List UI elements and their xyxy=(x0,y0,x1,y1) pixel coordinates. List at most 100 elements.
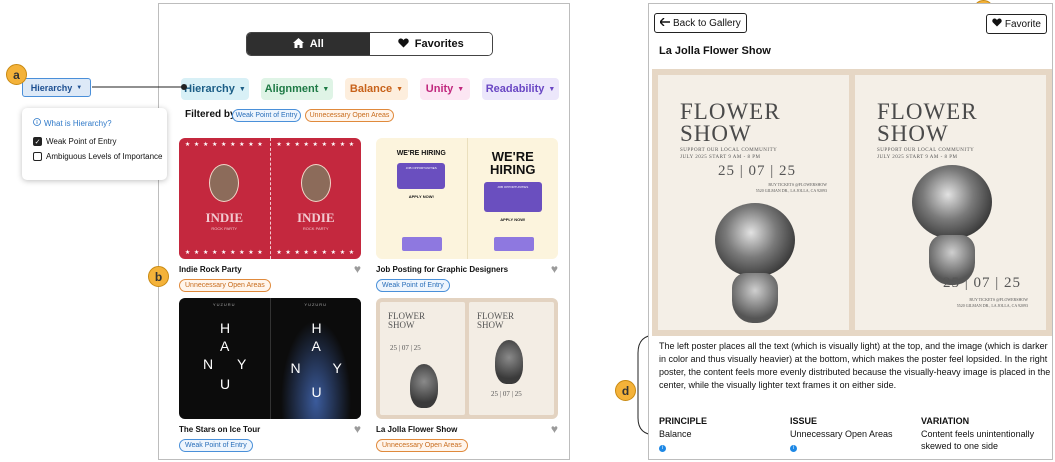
favorite-heart-icon[interactable]: ♥ xyxy=(354,422,361,436)
card-issue-tag: Unnecessary Open Areas xyxy=(179,279,271,292)
issue-header: ISSUE xyxy=(790,416,818,426)
poster-title-line: SHOW xyxy=(680,121,752,146)
star-border: ★ ★ ★ ★ ★ ★ ★ ★ ★ xyxy=(184,250,264,256)
filter-label: Alignment xyxy=(264,83,319,95)
what-is-label: What is Hierarchy? xyxy=(44,118,112,128)
home-icon xyxy=(292,37,304,51)
card-title: The Stars on Ice Tour xyxy=(179,425,261,434)
ticket-line: 5520 GILMAN DR., LA JOLLA, CA 92093 xyxy=(956,302,1028,308)
card-title: La Jolla Flower Show xyxy=(376,425,458,434)
caret-down-icon: ▼ xyxy=(396,85,404,93)
poster-ticket-info: BUY TICKETS @FLOWERSHOW 5520 GILMAN DR.,… xyxy=(756,182,827,193)
issue-value: Unnecessary Open Areas xyxy=(790,428,893,439)
option-weak-point-of-entry[interactable]: ✓ Weak Point of Entry xyxy=(33,137,117,146)
filter-unity-button[interactable]: Unity ▼ xyxy=(420,78,470,100)
caret-down-icon: ▼ xyxy=(76,84,83,91)
callout-a-badge: a xyxy=(6,64,27,85)
poster-date: 25 | 07 | 25 xyxy=(943,275,1022,291)
poster-text: JOB OPPORTUNITIES xyxy=(497,185,529,189)
card-thumbnail[interactable]: YUZURU H A N Y U YUZURU H A N Y U xyxy=(179,298,361,419)
filter-hierarchy-button[interactable]: Hierarchy ▼ xyxy=(181,78,249,100)
active-filter-tag[interactable]: Unnecessary Open Areas xyxy=(305,109,394,122)
what-is-link[interactable]: What is Hierarchy? xyxy=(33,118,112,128)
poster-text: INDIE xyxy=(296,210,335,225)
gallery-card[interactable]: YUZURU H A N Y U YUZURU H A N Y U The St… xyxy=(179,298,365,452)
poster-subtitle: SUPPORT OUR LOCAL COMMUNITY xyxy=(877,148,975,153)
principle-column: PRINCIPLE Balance i xyxy=(659,415,707,453)
heart-icon xyxy=(992,18,1002,30)
card-thumbnail[interactable]: WE'RE HIRING JOB OPPORTUNITIES APPLY NOW… xyxy=(376,138,558,259)
active-filter-tag[interactable]: Weak Point of Entry xyxy=(232,109,301,122)
dropdown-label: Hierarchy xyxy=(30,82,73,93)
poster-letter: Y xyxy=(237,356,247,372)
job-box: JOB OPPORTUNITIES xyxy=(483,182,542,212)
bouquet-image xyxy=(410,364,438,408)
poster-text: 25 | 07 | 25 xyxy=(390,344,421,352)
poster-text: YUZURU xyxy=(304,302,328,307)
poster-title-line: FLOWER xyxy=(680,99,781,124)
filter-alignment-button[interactable]: Alignment ▼ xyxy=(261,78,333,100)
back-label: Back to Gallery xyxy=(673,17,741,29)
right-poster: FLOWER SHOW SUPPORT OUR LOCAL COMMUNITY … xyxy=(855,75,1046,330)
detail-panel: Back to Gallery Favorite La Jolla Flower… xyxy=(648,3,1053,460)
option-ambiguous-levels[interactable]: Ambiguous Levels of Importance xyxy=(33,152,163,161)
bouquet-image xyxy=(495,340,523,384)
poster-letter: N xyxy=(203,356,214,372)
favorite-heart-icon[interactable]: ♥ xyxy=(551,422,558,436)
checkbox-unchecked[interactable] xyxy=(33,152,42,161)
back-to-gallery-button[interactable]: Back to Gallery xyxy=(654,13,747,33)
critique-description: The left poster places all the text (whi… xyxy=(659,341,1051,391)
card-issue-tag: Unnecessary Open Areas xyxy=(376,439,468,452)
poster-letter: H xyxy=(220,320,231,336)
poster-letter: A xyxy=(220,338,230,354)
caret-down-icon: ▼ xyxy=(457,85,465,93)
poster-letter: U xyxy=(220,376,231,392)
hierarchy-dropdown-button[interactable]: Hierarchy ▼ xyxy=(22,78,91,97)
card-title: Indie Rock Party xyxy=(179,265,242,274)
toggle-all-button[interactable]: All xyxy=(247,33,370,55)
filter-readability-button[interactable]: Readability ▼ xyxy=(482,78,559,100)
principle-header: PRINCIPLE xyxy=(659,416,708,426)
poster-text: FLOWER SHOW xyxy=(388,311,425,330)
ticket-line: 5520 GILMAN DR., LA JOLLA, CA 92093 xyxy=(755,187,827,193)
gallery-card[interactable]: WE'RE HIRING JOB OPPORTUNITIES APPLY NOW… xyxy=(376,138,562,292)
bouquet-illustration xyxy=(907,165,997,293)
poster-text: FLOWER SHOW xyxy=(477,311,514,330)
poster-ticket-info: BUY TICKETS @FLOWERSHOW 5520 GILMAN DR.,… xyxy=(957,297,1028,308)
gallery-card[interactable]: FLOWER SHOW 25 | 07 | 25 FLOWER SHOW 25 … xyxy=(376,298,562,452)
poster-letter: Y xyxy=(332,360,342,376)
bouquet-illustration xyxy=(710,203,800,330)
favorite-heart-icon[interactable]: ♥ xyxy=(354,262,361,276)
poster-comparison-image: FLOWER SHOW SUPPORT OUR LOCAL COMMUNITY … xyxy=(652,69,1052,336)
star-border: ★ ★ ★ ★ ★ ★ ★ ★ ★ xyxy=(276,250,356,256)
card-issue-tag: Weak Point of Entry xyxy=(376,279,450,292)
filter-balance-button[interactable]: Balance ▼ xyxy=(345,78,408,100)
option-label: Ambiguous Levels of Importance xyxy=(46,152,163,161)
poster-date: 25 | 07 | 25 xyxy=(718,163,797,179)
job-box: JOB OPPORTUNITIES xyxy=(397,163,446,189)
gallery-card[interactable]: ★ ★ ★ ★ ★ ★ ★ ★ ★ INDIE ROCK PARTY ★ ★ ★… xyxy=(179,138,365,292)
variation-header: VARIATION xyxy=(921,416,970,426)
toggle-favorites-button[interactable]: Favorites xyxy=(369,33,492,55)
favorite-button[interactable]: Favorite xyxy=(985,14,1047,34)
callout-connector-line xyxy=(92,84,187,90)
view-toggle: All Favorites xyxy=(246,32,493,56)
gallery-panel: All Favorites Hierarchy ▼ Alignment ▼ Bala… xyxy=(158,3,570,460)
poster-letter: H xyxy=(311,320,322,336)
poster-letter: U xyxy=(311,384,322,400)
poster-subtitle: JULY 2025 START 9 AM - 8 PM xyxy=(877,155,958,160)
info-icon xyxy=(33,118,41,128)
checkbox-checked[interactable]: ✓ xyxy=(33,137,42,146)
card-thumbnail[interactable]: FLOWER SHOW 25 | 07 | 25 FLOWER SHOW 25 … xyxy=(376,298,558,419)
card-title: Job Posting for Graphic Designers xyxy=(376,265,509,274)
poster-title-line: SHOW xyxy=(877,121,949,146)
favorite-heart-icon[interactable]: ♥ xyxy=(551,262,558,276)
caret-down-icon: ▼ xyxy=(238,85,246,93)
card-thumbnail[interactable]: ★ ★ ★ ★ ★ ★ ★ ★ ★ INDIE ROCK PARTY ★ ★ ★… xyxy=(179,138,361,259)
info-icon[interactable]: i xyxy=(790,445,797,453)
poster-text: WE'RE HIRING xyxy=(490,149,536,177)
info-icon[interactable]: i xyxy=(659,445,666,453)
variation-column: VARIATION Content feels unintentionally … xyxy=(921,415,1046,453)
poster-text: ROCK PARTY xyxy=(211,226,238,231)
left-poster: FLOWER SHOW SUPPORT OUR LOCAL COMMUNITY … xyxy=(658,75,849,330)
